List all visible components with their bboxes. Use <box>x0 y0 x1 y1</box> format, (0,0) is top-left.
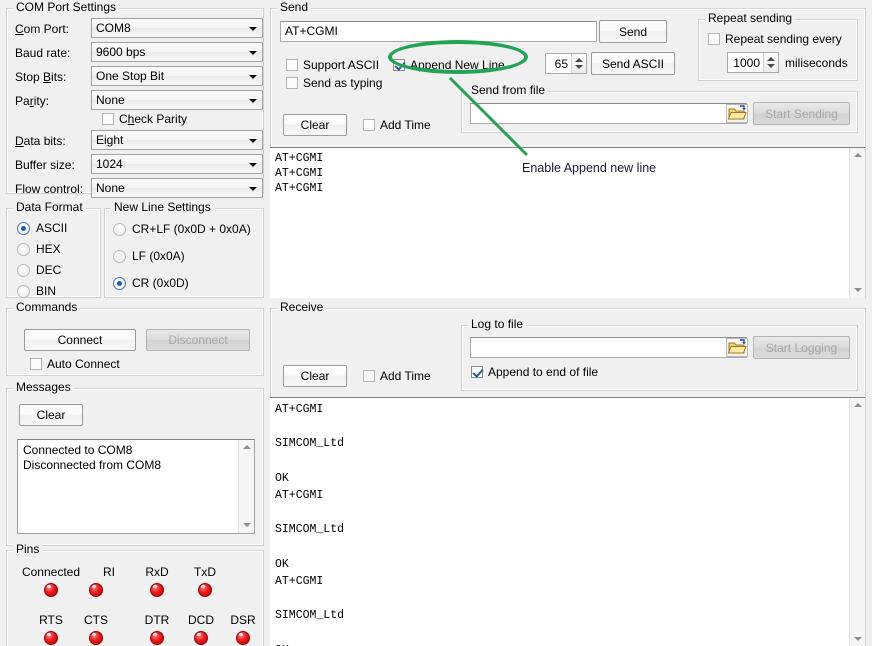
annotation-arrow <box>0 0 872 646</box>
serial-terminal-window: COM Port Settings Com Port: COM8 Baud ra… <box>0 0 872 646</box>
annotation-text: Enable Append new line <box>522 161 656 175</box>
